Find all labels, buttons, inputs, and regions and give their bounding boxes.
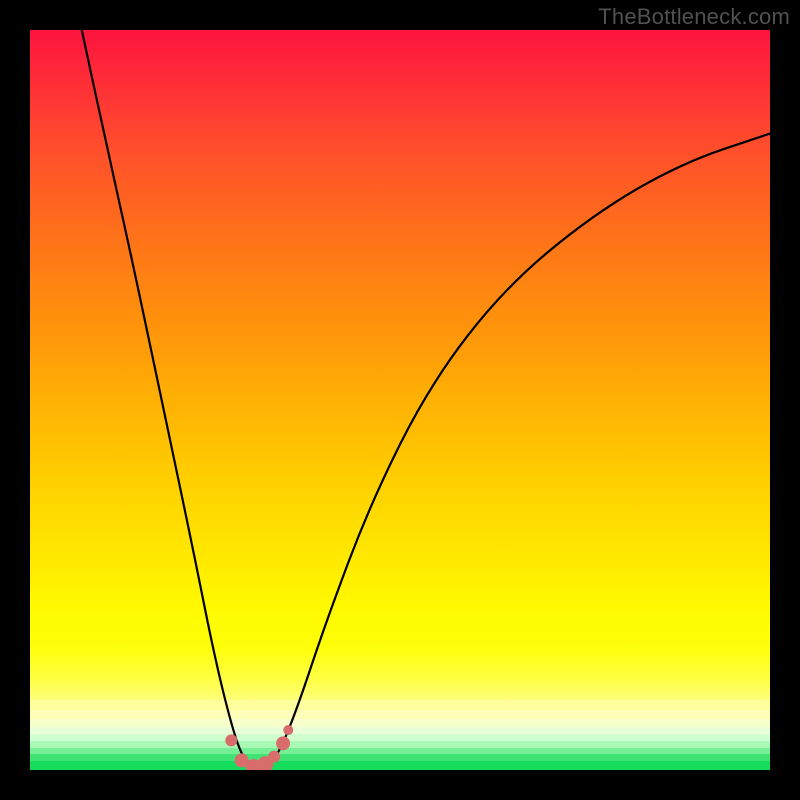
marker-0 [225,734,237,746]
marker-6 [283,725,293,735]
marker-4 [268,751,280,763]
curve-layer [30,30,770,770]
curve-markers [225,725,293,770]
marker-5 [276,736,290,750]
bottleneck-curve [82,30,770,767]
watermark-text: TheBottleneck.com [598,4,790,30]
chart-frame: TheBottleneck.com [0,0,800,800]
plot-area [30,30,770,770]
